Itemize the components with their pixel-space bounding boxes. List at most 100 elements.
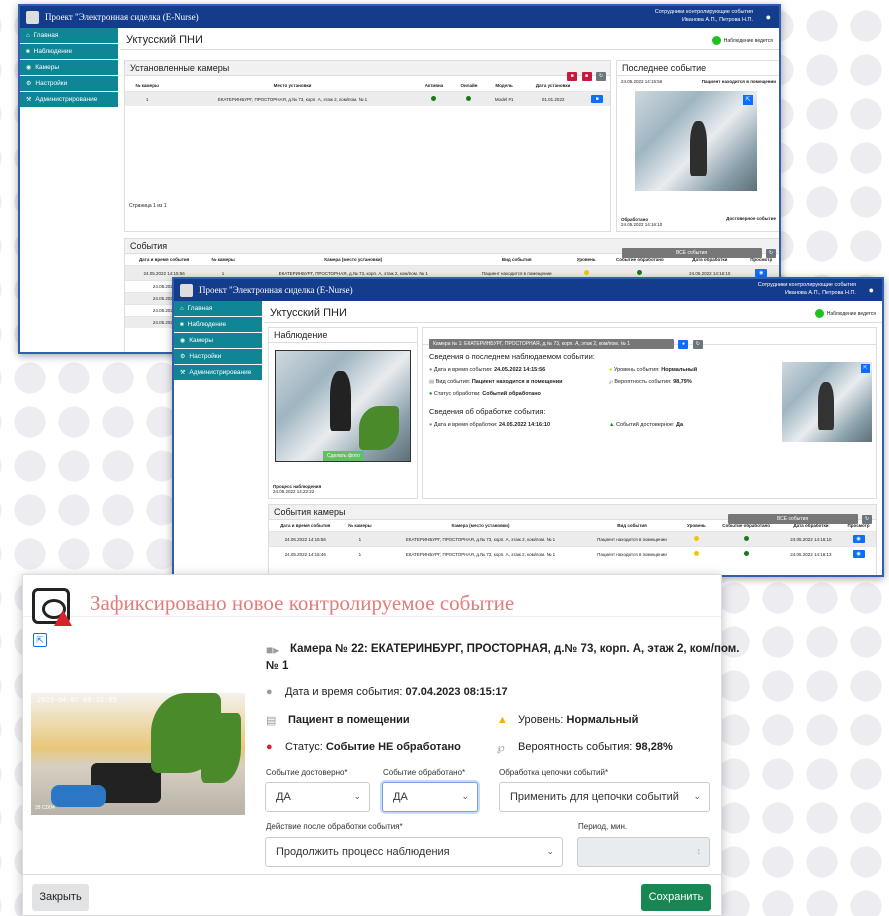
close-button[interactable]: Закрыть (32, 884, 89, 911)
view-camera-button[interactable]: ■ (584, 91, 610, 106)
reliable-select[interactable]: ДА ⌄ (265, 782, 370, 812)
sidebar-label: Камеры (189, 337, 214, 344)
cell: 24.05.2022 14:15:46 (269, 546, 342, 561)
alert-button[interactable]: ● (678, 340, 689, 349)
select-value: Продолжить процесс наблюдения (276, 846, 450, 858)
fire-icon: ● (266, 741, 273, 753)
event-kind: ▤ Вид события: Пациент находится в помещ… (429, 379, 609, 385)
last-event-panel: Последнее событие 24.05.2022 14:15:56 Па… (616, 60, 779, 232)
col-header: Активна (424, 83, 444, 88)
observation-panel: Наблюдение Сделать фото Процесс наблюден… (268, 327, 418, 499)
sidebar-item-observation[interactable]: ■ Наблюдение (20, 44, 118, 59)
sidebar-item-observation[interactable]: ■ Наблюдение (174, 317, 262, 332)
sidebar-item-home[interactable]: ⌂ Главная (20, 28, 118, 43)
expand-icon[interactable]: ⇱ (861, 364, 870, 373)
event-datetime: ● Дата и время события: 24.05.2022 14:15… (429, 367, 609, 373)
camera-events-table: Дата и время события № камеры Камера (ме… (269, 520, 876, 561)
sidebar-item-cameras[interactable]: ◉ Камеры (174, 333, 262, 348)
event-time: 24.05.2022 14:15:56 (621, 79, 663, 84)
user-names: Иванова А.П., Петрова Н.П. (784, 290, 856, 296)
reliable-label: Достоверное событие (726, 216, 776, 221)
expand-icon[interactable]: ⇱ (743, 95, 753, 105)
user-icon[interactable]: ● (869, 285, 874, 295)
modal-footer-divider (22, 874, 722, 875)
add-camera-button[interactable]: ■ (567, 72, 578, 81)
expand-icon[interactable]: ⇱ (33, 633, 47, 647)
user-icon[interactable]: ● (766, 12, 771, 22)
col-header: Камера (место установки) (451, 523, 510, 528)
camera-line-2: № 1 (266, 660, 289, 672)
level-indicator (681, 531, 712, 547)
snapshot-button[interactable]: Сделать фото (323, 451, 364, 461)
recording-status: Наблюдение ведется (814, 309, 876, 318)
cell: 24.05.2022 14:15:56 (269, 531, 342, 547)
select-value: Применить для цепочки событий (510, 791, 679, 803)
branch-icon: ℘ (609, 379, 613, 385)
period-label: Период, мин. (578, 822, 628, 831)
level-label: Уровень события: (613, 367, 660, 373)
proc-dt-value: 24.05.2022 14:16:10 (498, 422, 551, 428)
refresh-button[interactable]: ↻ (596, 72, 606, 81)
sidebar-label: Главная (187, 305, 213, 312)
list-icon: ▤ (266, 715, 277, 727)
event-prob: ℘ Вероятность события: 98,79% (609, 379, 692, 385)
page-title: Уктусский ПНИ (120, 28, 779, 50)
app-logo (26, 10, 39, 24)
refresh-events-button[interactable]: ↻ (766, 249, 776, 258)
chevron-down-icon: ⌄ (693, 791, 701, 801)
col-header: Уровень (576, 257, 596, 262)
chevron-down-icon: ⌄ (546, 846, 554, 856)
camera-events-panel: События камеры ВСЕ события ↻ Дата и врем… (268, 504, 877, 575)
sidebar-label: Настройки (35, 80, 68, 87)
save-button[interactable]: Сохранить (641, 884, 711, 911)
processed-indicator (711, 546, 781, 561)
sidebar-item-home[interactable]: ⌂ Главная (174, 301, 262, 316)
event-photo: ⇱ (782, 362, 872, 442)
event-desc: Пациент находится в помещении (701, 79, 776, 84)
pager: Страница 1 из 1 (129, 203, 167, 209)
table-row[interactable]: 24.05.2022 14:15:46 1 ЕКАТЕРИНБУРГ, ПРОС… (269, 546, 876, 561)
sidebar-item-admin[interactable]: ⚒ Администрирование (174, 365, 262, 380)
cell: 1 (341, 531, 379, 547)
process-time: 24.05.2022 14:22:22 (273, 489, 315, 494)
prob-label: Вероятность события: (518, 741, 633, 753)
select-value: ДА (276, 791, 291, 803)
status-value: Событие НЕ обработано (325, 741, 461, 753)
event-probability: Вероятность события: 98,28% (518, 741, 673, 753)
sidebar-label: Администрирование (35, 96, 98, 103)
view-button[interactable]: ◉ (841, 531, 876, 547)
proc-dt-label: Дата и время обработки: (433, 422, 498, 428)
sidebar-item-settings[interactable]: ⚙ Настройки (174, 349, 262, 364)
cell: Model #1 (485, 91, 523, 106)
window-observation: Проект "Электронная сиделка (E-Nurse) Со… (172, 277, 884, 577)
clock-icon: ● (266, 686, 273, 698)
refresh-events-button[interactable]: ↻ (862, 515, 872, 524)
processed-select[interactable]: ДА ⌄ (382, 782, 478, 812)
video-icon: ■ (180, 321, 184, 328)
sidebar-item-cameras[interactable]: ◉ Камеры (20, 60, 118, 75)
clock-icon: ● (429, 367, 433, 373)
events-filter-select[interactable]: ВСЕ события (621, 248, 762, 258)
video-timestamp: 2023-04-07 08:15:05 (37, 697, 117, 705)
period-input[interactable]: ↕ (577, 837, 710, 867)
sidebar-item-settings[interactable]: ⚙ Настройки (20, 76, 118, 91)
col-header: № камеры (211, 257, 235, 262)
app-title: Проект "Электронная сиделка (E-Nurse) (45, 12, 199, 22)
events-filter: ВСЕ события ↻ (727, 507, 872, 525)
refresh-button[interactable]: ↻ (692, 340, 703, 349)
camera-select[interactable]: Камера № 1: ЕКАТЕРИНБУРГ, ПРОСТОРНАЯ, д.… (429, 339, 674, 349)
events-filter-select[interactable]: ВСЕ события (727, 514, 858, 524)
view-button[interactable]: ◉ (841, 546, 876, 561)
sidebar-item-admin[interactable]: ⚒ Администрирование (20, 92, 118, 107)
kind-value: Пациент находится в помещении (471, 379, 563, 385)
action-select[interactable]: Продолжить процесс наблюдения ⌄ (265, 837, 563, 867)
table-row[interactable]: 24.05.2022 14:15:56 1 ЕКАТЕРИНБУРГ, ПРОС… (269, 531, 876, 547)
chain-select[interactable]: Применить для цепочки событий ⌄ (499, 782, 710, 812)
user-info: Сотрудники контролирующие события Иванов… (758, 281, 856, 297)
table-row[interactable]: 1 ЕКАТЕРИНБУРГ, ПРОСТОРНАЯ, д.№ 73, корп… (125, 91, 610, 106)
delete-camera-button[interactable]: ■ (581, 72, 592, 81)
cameras-table: № камеры Место установки Активна Онлайн … (125, 80, 610, 106)
proc-datetime: ● Дата и время обработки: 24.05.2022 14:… (429, 422, 609, 428)
level-label: Уровень: (518, 714, 564, 726)
list-icon: ▤ (429, 379, 435, 385)
